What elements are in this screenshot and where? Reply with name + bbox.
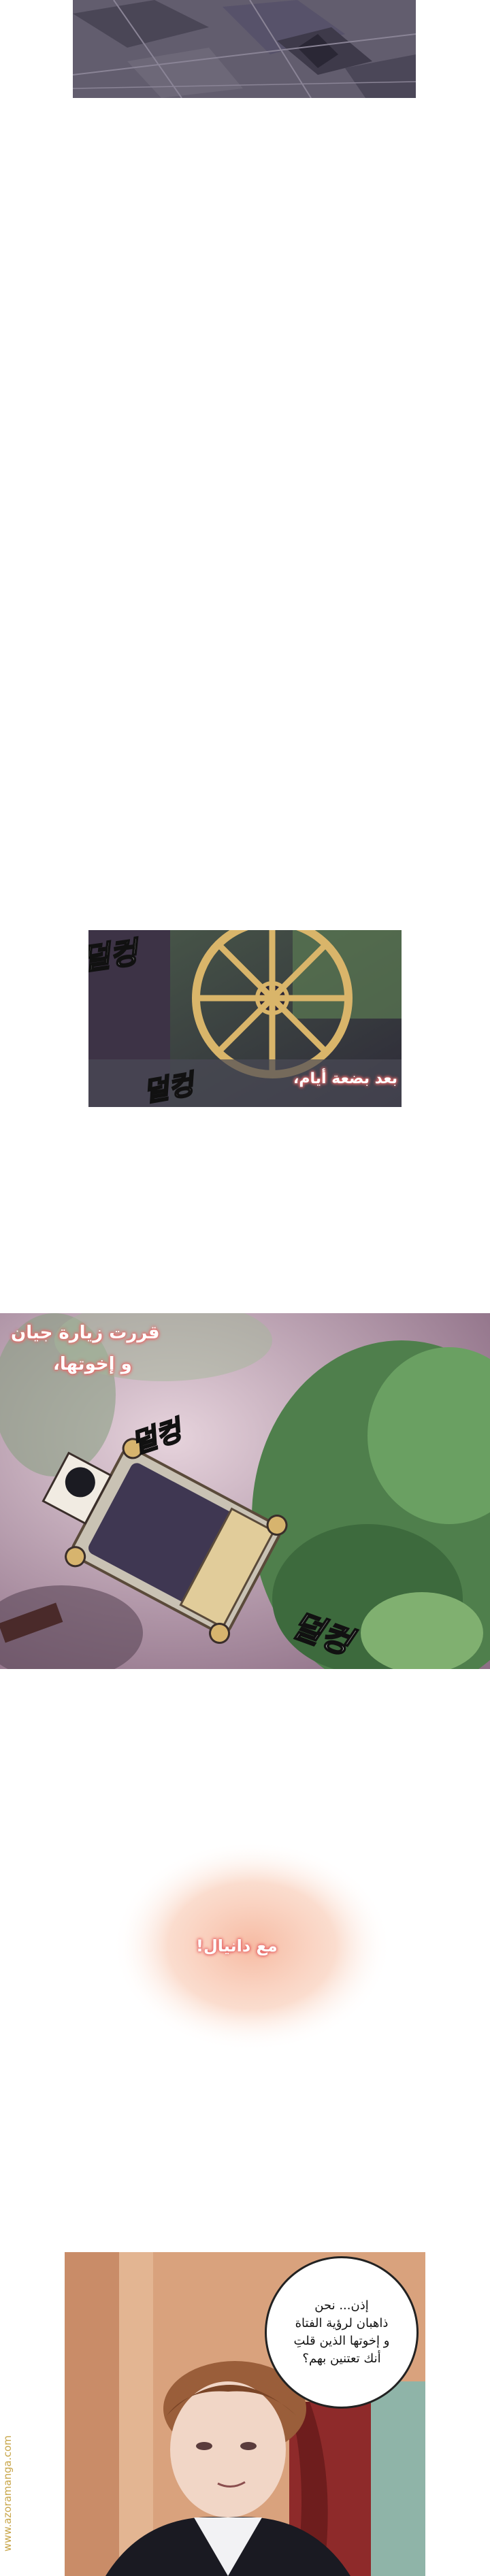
site-watermark: www.azoramanga.com (1, 2435, 14, 2552)
caption-few-days-later: بعد بضعة أيام، (293, 1070, 397, 1087)
speech-bubble-text: إذن... نحن ذاهبان لرؤية الفتاة و إخوتها … (293, 2298, 390, 2366)
carriage-wheel-panel: 덜컹 덜컹 بعد بضعة أيام، (88, 930, 402, 1107)
carriage-top-panel: قررت زيارة جيان و إخوتها، 덜컹 덜컹 (0, 1313, 490, 1669)
caption-and-siblings: و إخوتها، (53, 1354, 132, 1374)
caption-decided-to-visit: قررت زيارة جيان (11, 1323, 160, 1343)
caption-with-daniel: مع دانيال! (196, 1936, 278, 1955)
floor-panel (73, 0, 416, 98)
glow-panel: مع دانيال! (109, 1837, 395, 2055)
speech-bubble: إذن... نحن ذاهبان لرؤية الفتاة و إخوتها … (265, 2256, 419, 2409)
sfx-rattle-top: 덜컹 (88, 935, 140, 978)
sfx-rattle-bottom: 덜컹 (140, 1068, 196, 1107)
floor-tiles-art (73, 0, 416, 98)
man-panel: إذن... نحن ذاهبان لرؤية الفتاة و إخوتها … (65, 2252, 425, 2576)
